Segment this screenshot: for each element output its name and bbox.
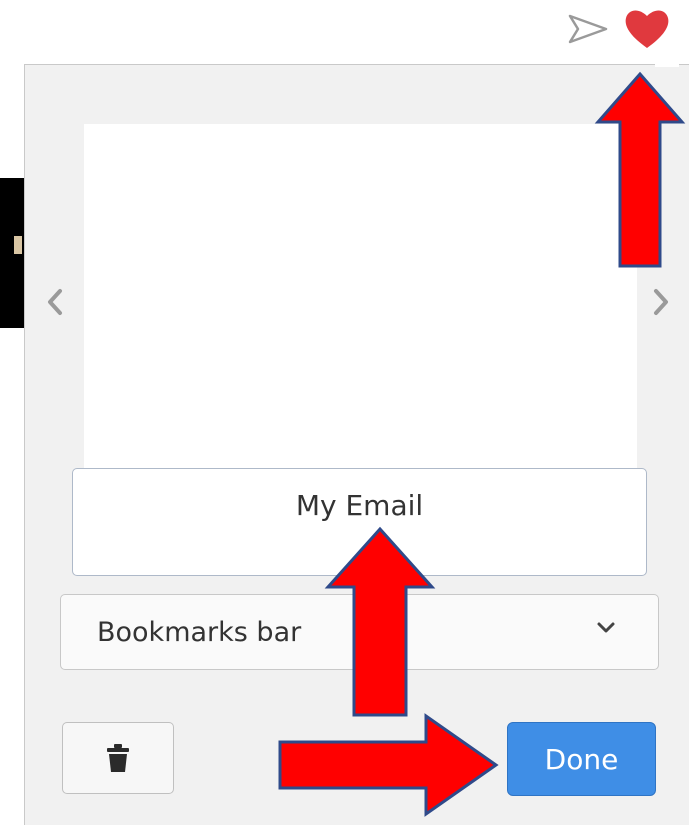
heart-icon[interactable] bbox=[622, 6, 672, 52]
bookmark-title-value: My Email bbox=[295, 489, 424, 522]
delete-bookmark-button[interactable] bbox=[62, 722, 174, 794]
screenshot-stage: My Email Bookmarks bar Done bbox=[0, 0, 689, 825]
chevron-left-icon[interactable] bbox=[44, 285, 66, 319]
page-thumbnail-preview bbox=[84, 124, 637, 474]
done-button-label: Done bbox=[544, 742, 619, 776]
trash-icon bbox=[107, 744, 129, 772]
popup-notch bbox=[655, 63, 679, 67]
background-window-mark bbox=[14, 236, 22, 254]
annotation-arrow-right-done bbox=[278, 713, 499, 817]
done-button[interactable]: Done bbox=[507, 722, 656, 796]
annotation-arrow-up-heart bbox=[594, 71, 686, 268]
folder-select-value: Bookmarks bar bbox=[97, 616, 302, 648]
chevron-right-icon[interactable] bbox=[650, 285, 672, 319]
chevron-down-icon bbox=[597, 622, 615, 633]
send-icon[interactable] bbox=[566, 12, 610, 46]
annotation-arrow-up-title bbox=[324, 526, 436, 717]
